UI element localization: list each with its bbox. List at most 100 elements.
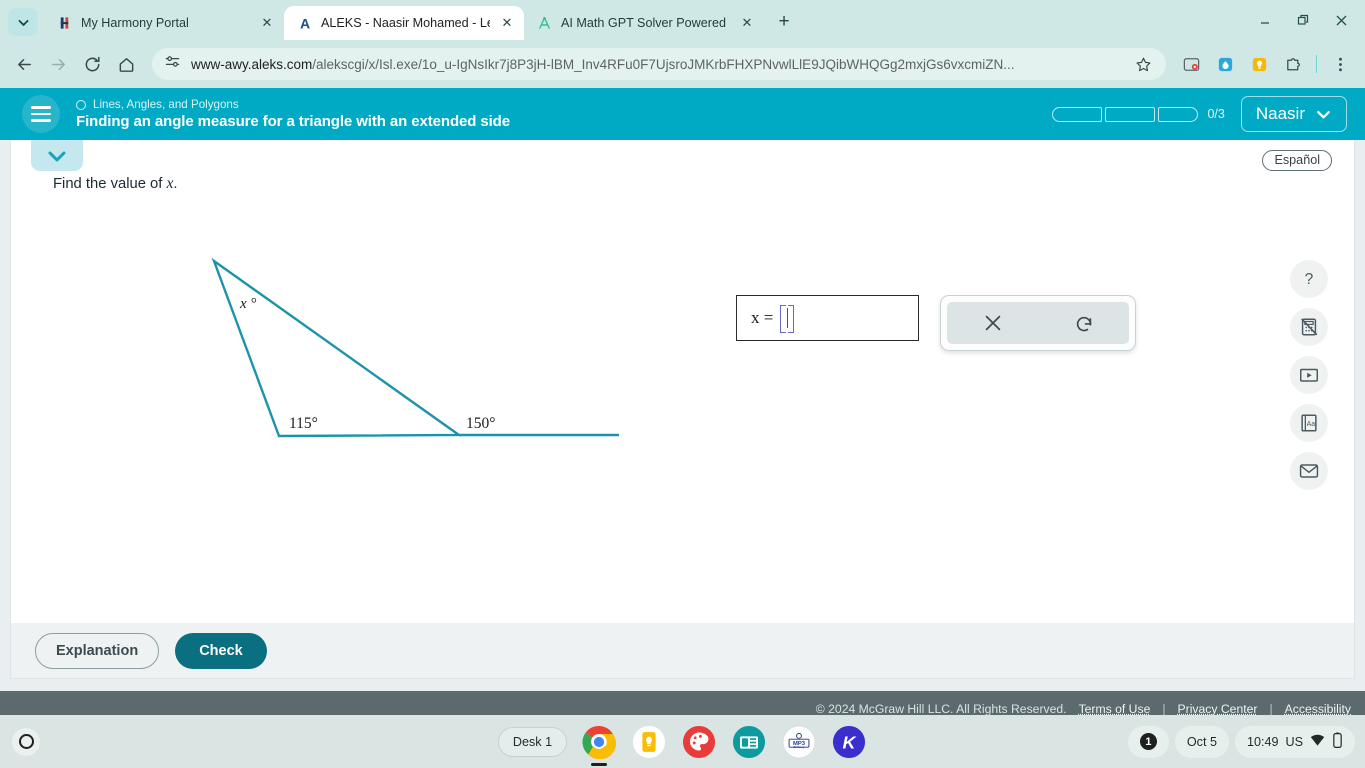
star-icon[interactable]	[1130, 51, 1156, 77]
answer-mini-toolbar	[940, 295, 1136, 351]
topic-line: Lines, Angles, and Polygons	[76, 98, 1036, 111]
new-tab-button[interactable]: +	[770, 8, 798, 36]
browser-window: My Harmony Portal ✕ A ALEKS - Naasir Moh…	[0, 0, 1365, 727]
answer-input[interactable]	[780, 305, 795, 333]
minimize-button[interactable]	[1247, 6, 1283, 34]
angle-label-x: x °	[239, 296, 256, 312]
tab-ai-math-gpt[interactable]: AI Math GPT Solver Powered by ✕	[524, 6, 764, 40]
extension-yellow-icon[interactable]	[1244, 49, 1274, 79]
calculator-disabled-icon[interactable]	[1290, 308, 1328, 346]
svg-text:A: A	[299, 16, 309, 32]
chevron-down-icon	[18, 19, 28, 26]
kahoot-icon[interactable]: K	[831, 724, 867, 760]
copyright-text: © 2024 McGraw Hill LLC. All Rights Reser…	[815, 702, 1067, 716]
reload-button[interactable]	[76, 48, 108, 80]
tab-aleks[interactable]: A ALEKS - Naasir Mohamed - Lea ✕	[284, 6, 524, 40]
topic-circle-icon	[76, 99, 86, 110]
triangle-outline	[211, 257, 463, 438]
answer-row: x =	[736, 295, 1136, 351]
tab-close-button[interactable]: ✕	[258, 14, 276, 32]
extensions-area	[1176, 49, 1355, 79]
site-settings-icon[interactable]	[164, 53, 181, 75]
close-button[interactable]	[1323, 6, 1359, 34]
action-bar: Explanation Check	[10, 623, 1355, 679]
paint-icon[interactable]	[681, 724, 717, 760]
tab-close-button[interactable]: ✕	[498, 14, 516, 32]
active-app-indicator	[591, 762, 608, 766]
address-path: /alekscgi/x/Isl.exe/1o_u-IgNsIkr7j8P3jH-…	[312, 56, 1015, 72]
chromeos-shelf: Desk 1 MP3 Delivery K 1 Oct 5 10:49 US	[0, 715, 1365, 768]
clock-label: 10:49	[1246, 734, 1279, 749]
footer-separator: |	[1269, 702, 1273, 716]
header-text-block: Lines, Angles, and Polygons Finding an a…	[76, 98, 1036, 130]
locale-label: US	[1285, 734, 1304, 749]
topic-label: Lines, Angles, and Polygons	[93, 98, 239, 111]
forward-button[interactable]	[42, 48, 74, 80]
status-area: 1 Oct 5 10:49 US	[1127, 725, 1355, 758]
progress-segment	[1158, 106, 1199, 122]
check-button[interactable]: Check	[175, 632, 267, 669]
question-card: Español Find the value of x. x ° 115° 15…	[10, 140, 1355, 623]
date-button[interactable]: Oct 5	[1174, 725, 1229, 758]
dictionary-icon[interactable]: Aa	[1290, 404, 1328, 442]
tab-title: My Harmony Portal	[81, 16, 189, 30]
google-keep-icon[interactable]	[631, 724, 667, 760]
privacy-center-link[interactable]: Privacy Center	[1178, 702, 1258, 716]
mp3-delivery-icon[interactable]: MP3 Delivery	[781, 724, 817, 760]
ai-math-icon	[536, 15, 553, 32]
window-controls	[1247, 6, 1359, 34]
wifi-icon	[1310, 734, 1325, 750]
notification-button[interactable]: 1	[1127, 725, 1169, 758]
content-area: Español Find the value of x. x ° 115° 15…	[0, 140, 1365, 727]
tab-strip: My Harmony Portal ✕ A ALEKS - Naasir Moh…	[0, 0, 1365, 40]
system-tray-button[interactable]: 10:49 US	[1234, 725, 1355, 758]
undo-icon[interactable]	[1038, 302, 1129, 344]
message-icon[interactable]	[1290, 452, 1328, 490]
back-button[interactable]	[8, 48, 40, 80]
question-prompt: Find the value of x.	[53, 175, 178, 193]
extension-puzzle-icon[interactable]	[1278, 49, 1308, 79]
tab-title: ALEKS - Naasir Mohamed - Lea	[321, 16, 490, 30]
prompt-post: .	[173, 176, 178, 192]
address-host: www-awy.aleks.com	[191, 56, 313, 72]
answer-input-box[interactable]: x =	[736, 295, 919, 341]
home-button[interactable]	[110, 48, 142, 80]
tab-close-button[interactable]: ✕	[738, 14, 756, 32]
answer-lhs-label: x =	[751, 308, 774, 327]
extension-blue-icon[interactable]	[1210, 49, 1240, 79]
harmony-icon	[56, 15, 73, 32]
explanation-button[interactable]: Explanation	[35, 632, 160, 669]
svg-text:Aa: Aa	[1307, 421, 1316, 428]
browser-toolbar: www-awy.aleks.com/alekscgi/x/Isl.exe/1o_…	[0, 40, 1365, 88]
maximize-button[interactable]	[1285, 6, 1321, 34]
address-bar[interactable]: www-awy.aleks.com/alekscgi/x/Isl.exe/1o_…	[152, 48, 1166, 80]
extension-chrome-icon[interactable]	[1176, 49, 1206, 79]
collapse-panel-button[interactable]	[31, 140, 83, 171]
footer-separator: |	[1162, 702, 1166, 716]
tab-my-harmony-portal[interactable]: My Harmony Portal ✕	[44, 6, 284, 40]
notification-count: 1	[1139, 733, 1157, 750]
espanol-button[interactable]: Español	[1262, 150, 1332, 171]
news-app-icon[interactable]	[731, 724, 767, 760]
video-icon[interactable]	[1290, 356, 1328, 394]
mini-toolbar-inner	[947, 302, 1129, 344]
svg-text:Delivery: Delivery	[794, 745, 805, 749]
user-menu-button[interactable]: Naasir	[1240, 96, 1347, 132]
kebab-menu-icon[interactable]	[1325, 49, 1355, 79]
page-title: Finding an angle measure for a triangle …	[76, 113, 510, 130]
tab-search-button[interactable]	[8, 8, 38, 36]
aleks-page: Lines, Angles, and Polygons Finding an a…	[0, 88, 1365, 727]
tab-title: AI Math GPT Solver Powered by	[561, 16, 730, 30]
hamburger-icon[interactable]	[22, 95, 60, 133]
help-icon[interactable]: ?	[1290, 260, 1328, 298]
progress-indicator: 0/3	[1052, 106, 1225, 122]
angle-label-115: 115°	[289, 415, 318, 432]
accessibility-link[interactable]: Accessibility	[1285, 702, 1351, 716]
address-bar-text: www-awy.aleks.com/alekscgi/x/Isl.exe/1o_…	[191, 57, 1120, 72]
desk-button[interactable]: Desk 1	[497, 726, 568, 757]
angle-label-150: 150°	[466, 415, 495, 432]
user-name: Naasir	[1255, 104, 1305, 123]
clear-x-icon[interactable]	[947, 302, 1038, 344]
chrome-icon[interactable]	[581, 724, 617, 766]
terms-of-use-link[interactable]: Terms of Use	[1079, 702, 1151, 716]
